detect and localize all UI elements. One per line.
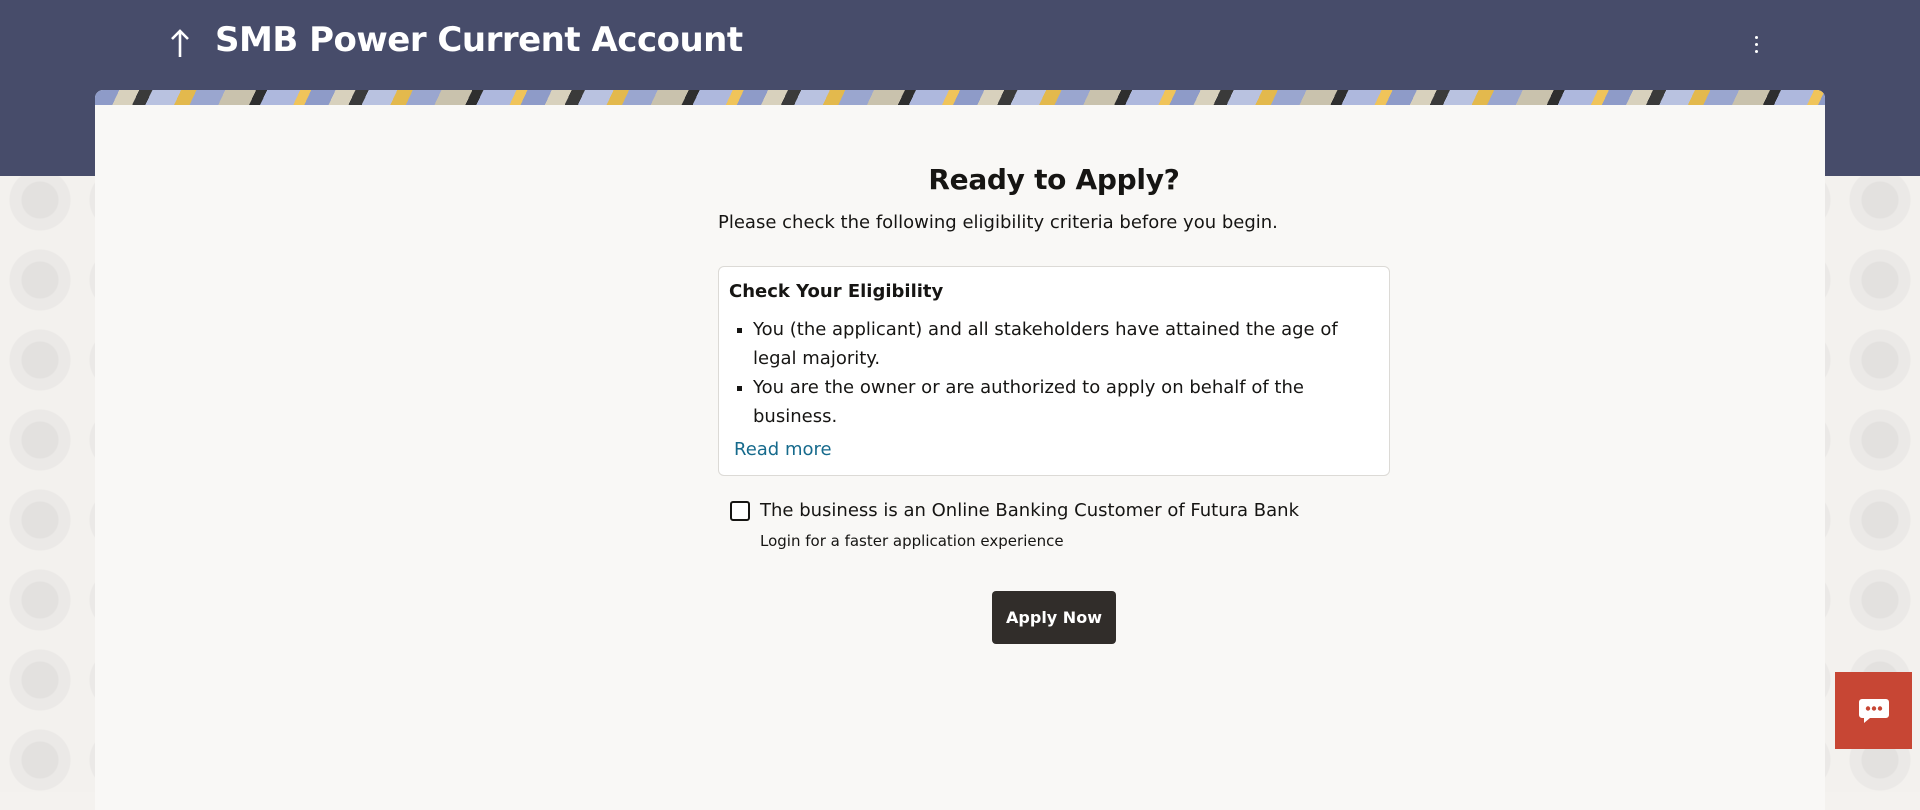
ready-to-apply-section: Ready to Apply? Please check the followi… — [718, 160, 1390, 644]
intro-text: Please check the following eligibility c… — [718, 212, 1278, 233]
customer-checkbox-label[interactable]: The business is an Online Banking Custom… — [760, 498, 1299, 524]
eligibility-box: Check Your Eligibility You (the applican… — [718, 266, 1390, 476]
customer-checkbox-helper: Login for a faster application experienc… — [760, 532, 1064, 550]
page-title: SMB Power Current Account — [215, 20, 743, 60]
back-button[interactable] — [160, 22, 200, 66]
kebab-menu-icon — [1754, 35, 1758, 39]
more-options-button[interactable] — [1744, 26, 1768, 62]
criteria-item: You (the applicant) and all stakeholders… — [737, 315, 1379, 373]
customer-checkbox[interactable] — [730, 501, 750, 521]
criteria-item: You are the owner or are authorized to a… — [737, 373, 1379, 431]
customer-checkbox-row: The business is an Online Banking Custom… — [718, 498, 1390, 551]
chat-button[interactable] — [1835, 672, 1912, 749]
arrow-up-icon — [171, 29, 189, 57]
eligibility-title: Check Your Eligibility — [729, 281, 944, 302]
apply-now-button[interactable]: Apply Now — [992, 591, 1116, 644]
ready-heading: Ready to Apply? — [928, 163, 1180, 196]
application-card: Ready to Apply? Please check the followi… — [95, 90, 1825, 810]
read-more-link[interactable]: Read more — [734, 437, 832, 463]
criteria-list: You (the applicant) and all stakeholders… — [729, 315, 1379, 431]
chat-bubble-icon — [1858, 698, 1889, 723]
banner-strip — [95, 90, 1825, 105]
